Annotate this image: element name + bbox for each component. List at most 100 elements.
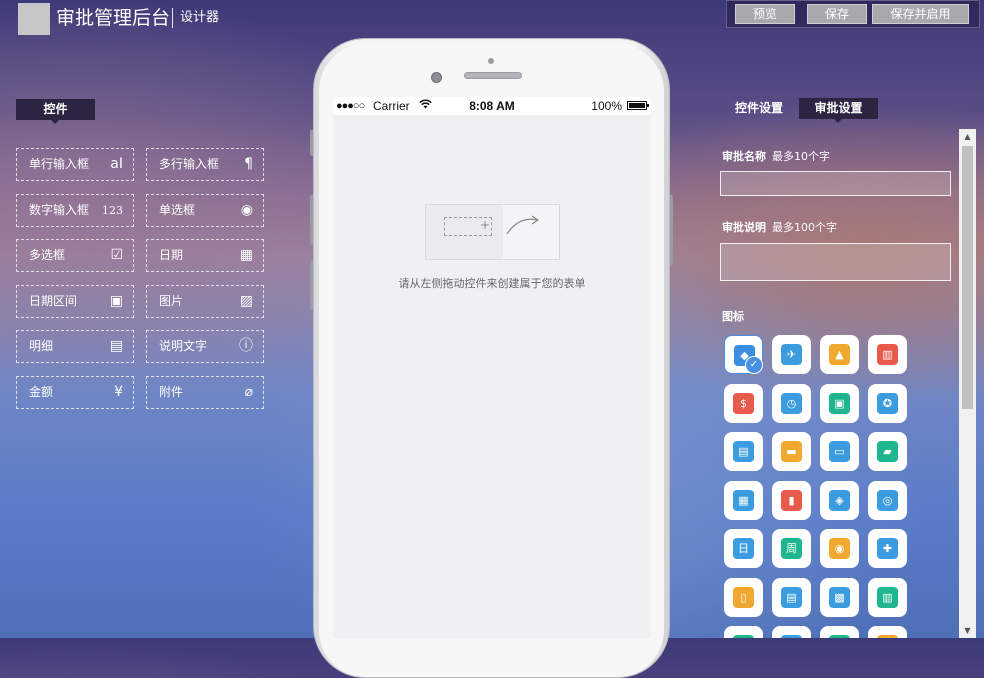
icon-option[interactable]: ■ — [772, 626, 811, 638]
image-icon: ▨ — [239, 292, 253, 309]
icon-option[interactable]: ◉ — [820, 529, 859, 568]
icon-option[interactable]: ▰ — [868, 432, 907, 471]
title-divider — [172, 8, 173, 28]
icon-option[interactable]: $ — [724, 383, 763, 423]
approval-desc-label: 审批说明 最多100个字 — [722, 219, 837, 235]
right-panel-scrollbar[interactable]: ▲ ▼ — [959, 129, 976, 638]
icon-option[interactable]: ✪ — [868, 383, 907, 423]
control-image[interactable]: 图片 ▨ — [146, 284, 264, 318]
icon-option[interactable]: ■ — [724, 626, 763, 638]
icon-option[interactable]: ■ — [820, 626, 859, 638]
icon-option[interactable]: ▣ — [820, 383, 859, 423]
control-multi-line-input[interactable]: 多行输入框 ¶ — [146, 148, 264, 181]
detail-list-icon: ▤ — [109, 338, 123, 355]
number-icon: 123 — [102, 203, 123, 217]
approval-name-input[interactable] — [720, 171, 951, 196]
ios-status-bar: ●●●○○ Carrier 8:08 AM 100% — [333, 97, 651, 115]
preview-button[interactable]: 预览 — [735, 4, 795, 24]
car-icon: ▲ — [829, 344, 850, 365]
control-label: 日期区间 — [29, 293, 78, 308]
phone-speaker — [464, 72, 522, 79]
icon-option[interactable]: ▭ — [820, 432, 859, 471]
tab-approval-settings[interactable]: 审批设置 — [799, 98, 878, 123]
control-label: 说明文字 — [159, 339, 208, 354]
icon-option[interactable]: ▬ — [772, 432, 811, 471]
chat-icon: ▰ — [877, 441, 898, 462]
money-bag-icon: $ — [733, 392, 754, 414]
drop-placeholder-illustration: + — [425, 204, 561, 260]
control-label: 明细 — [29, 339, 54, 354]
selected-check-icon: ✓ — [745, 356, 763, 374]
illu-form-panel: + — [425, 204, 505, 260]
icon-option[interactable]: ▤ — [724, 432, 763, 471]
control-radio[interactable]: 单选框 ◉ — [146, 193, 264, 227]
day-icon: 日 — [733, 538, 754, 559]
control-date-range[interactable]: 日期区间 ▣ — [16, 284, 134, 318]
bus-icon: ▩ — [829, 586, 850, 608]
control-single-line-input[interactable]: 单行输入框 aI — [16, 148, 134, 181]
icon-option[interactable]: ▥ — [868, 335, 907, 374]
icon-option[interactable]: ▮ — [772, 480, 811, 520]
door-icon: ▯ — [733, 586, 754, 608]
control-label: 单选框 — [159, 202, 196, 217]
save-and-enable-button[interactable]: 保存并启用 — [872, 4, 969, 24]
paint-roller-icon: ▬ — [781, 441, 802, 462]
scroll-thumb[interactable] — [962, 146, 973, 409]
control-amount[interactable]: 金额 ¥ — [16, 376, 134, 409]
shop-icon: ▦ — [733, 489, 754, 511]
control-checkbox[interactable]: 多选框 ☑ — [16, 239, 134, 273]
empty-form-hint: 请从左侧拖动控件来创建属于您的表单 — [398, 277, 586, 290]
calendar-range-icon: ▣ — [109, 292, 123, 309]
bank-icon: ▥ — [877, 586, 898, 608]
icon-option[interactable]: ▩ — [820, 577, 859, 617]
phone-camera — [431, 72, 442, 83]
icon-option[interactable]: 日 — [724, 529, 763, 568]
control-attachment[interactable]: 附件 ⌀ — [146, 376, 264, 409]
tab-controls[interactable]: 控件 — [16, 99, 95, 124]
info-icon: ⓘ — [239, 338, 253, 355]
control-label: 日期 — [159, 248, 184, 263]
icon-option[interactable]: ✚ — [868, 529, 907, 568]
control-detail[interactable]: 明细 ▤ — [16, 330, 134, 364]
top-action-bar: 预览 保存 保存并启用 — [726, 0, 980, 28]
icon-option[interactable]: ■ — [868, 626, 907, 638]
calendar-icon: ▦ — [239, 247, 253, 264]
cube-icon: ▣ — [829, 392, 850, 414]
icon-option[interactable]: 周 — [772, 529, 811, 568]
control-number-input[interactable]: 数字输入框 123 — [16, 193, 134, 227]
control-description-text[interactable]: 说明文字 ⓘ — [146, 330, 264, 364]
approval-name-label: 审批名称 最多10个字 — [722, 148, 830, 164]
icon-option[interactable]: ✈ — [772, 335, 811, 374]
icon-option[interactable]: ▦ — [724, 480, 763, 520]
control-label: 单行输入框 — [29, 157, 90, 171]
plus-icon: + — [480, 218, 491, 232]
icon-option[interactable]: ▤ — [772, 577, 811, 617]
approval-desc-textarea[interactable] — [720, 243, 951, 281]
form-canvas[interactable]: ●●●○○ Carrier 8:08 AM 100% + 请从左侧拖动控件来创建… — [333, 97, 651, 638]
approval-name-title: 审批名称 — [722, 150, 766, 163]
airplane-icon: ✈ — [781, 344, 802, 365]
control-label: 附件 — [159, 385, 184, 399]
control-label: 多选框 — [29, 248, 66, 263]
icon-picker-grid: ◆✓ ✈ ▲ ▥ $ ◷ ▣ ✪ ▤ ▬ ▭ ▰ ▦ ▮ ◈ ◎ 日 周 ◉ ✚ ▯ ▤ ▩ ▥ ■ ■ ■ ■ — [724, 335, 914, 638]
icon-option[interactable]: ▲ — [820, 335, 859, 374]
radio-icon: ◉ — [240, 201, 253, 218]
drag-arrow-icon — [506, 215, 540, 235]
scroll-up-arrow-icon[interactable]: ▲ — [959, 129, 976, 144]
control-label: 多行输入框 — [159, 157, 220, 171]
user-add-icon: ✚ — [877, 538, 898, 559]
tab-control-settings[interactable]: 控件设置 — [727, 98, 791, 119]
scroll-down-arrow-icon[interactable]: ▼ — [959, 623, 976, 638]
designer-subtitle: 设计器 — [180, 10, 220, 25]
icon-option[interactable]: ◷ — [772, 383, 811, 423]
icon-option[interactable]: ▯ — [724, 577, 763, 617]
icon-option[interactable]: ◈ — [820, 480, 859, 520]
icon-option[interactable]: ◎ — [868, 480, 907, 520]
checkbox-icon: ☑ — [110, 247, 123, 264]
save-button[interactable]: 保存 — [807, 4, 867, 24]
team-icon: ◉ — [829, 538, 850, 559]
icon-option[interactable]: ▥ — [868, 577, 907, 617]
control-date[interactable]: 日期 ▦ — [146, 239, 264, 273]
icon-option[interactable]: ◆ ✓ — [724, 335, 763, 374]
week-icon: 周 — [781, 538, 802, 559]
